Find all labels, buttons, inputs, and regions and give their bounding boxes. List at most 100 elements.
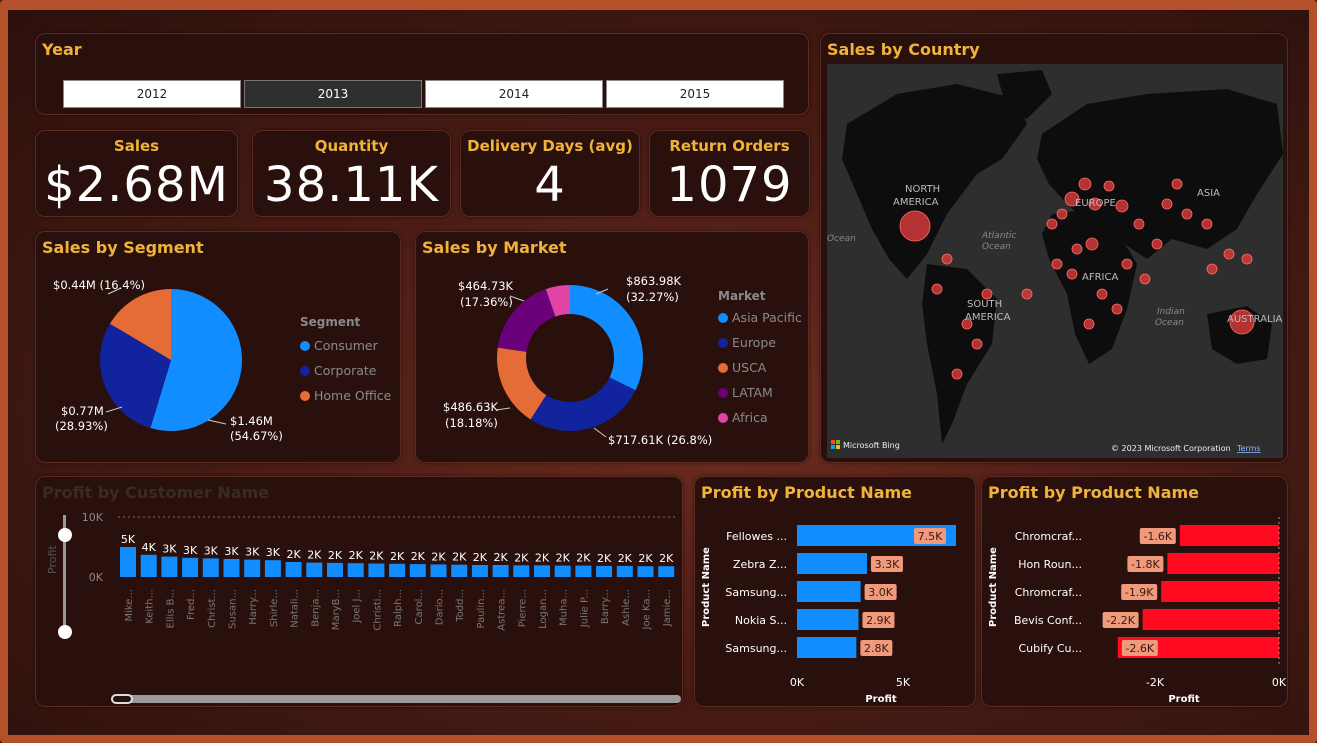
customer-bar[interactable] <box>637 566 654 577</box>
map-bubble[interactable] <box>971 338 983 350</box>
legend-item-europe[interactable]: Europe <box>718 330 802 355</box>
product-bar[interactable] <box>797 553 867 574</box>
map-bubble[interactable] <box>1223 248 1235 260</box>
customer-name-label: Pierre... <box>517 589 528 627</box>
customer-bar[interactable] <box>285 562 302 577</box>
legend-item-asia-pacific[interactable]: Asia Pacific <box>718 305 802 330</box>
map-bubble[interactable] <box>1051 258 1063 270</box>
product-name-label: Chromcraf... <box>1015 586 1082 599</box>
map-bubble[interactable] <box>1021 288 1033 300</box>
customer-bar[interactable] <box>182 557 199 577</box>
product-bar[interactable] <box>1142 609 1279 630</box>
customer-bar[interactable] <box>596 565 613 577</box>
market-label-latam-pct: (17.36%) <box>460 295 513 309</box>
customer-bar[interactable] <box>492 565 509 577</box>
legend-item-home-office[interactable]: Home Office <box>300 383 391 408</box>
map-bubble[interactable] <box>1181 208 1193 220</box>
year-option-2013[interactable]: 2013 <box>244 80 422 108</box>
customer-bar[interactable] <box>409 564 426 577</box>
map-bubble[interactable] <box>1111 303 1123 315</box>
legend-dot <box>718 362 728 373</box>
customer-bar-value: 2K <box>328 549 343 562</box>
customer-bar[interactable] <box>264 560 281 577</box>
customer-bar[interactable] <box>389 563 406 577</box>
map-bubble[interactable] <box>981 288 993 300</box>
map-bubble[interactable] <box>899 210 931 242</box>
year-option-2012[interactable]: 2012 <box>63 80 241 108</box>
x-tick-0k: 0K <box>1272 676 1287 689</box>
product-bar[interactable] <box>1161 581 1279 602</box>
map-bubble[interactable] <box>1078 177 1092 191</box>
legend-item-consumer[interactable]: Consumer <box>300 333 391 358</box>
map-bubble[interactable] <box>1241 253 1253 265</box>
customer-bar[interactable] <box>120 547 136 577</box>
map-bubble[interactable] <box>1201 218 1213 230</box>
customer-bar[interactable] <box>306 562 323 577</box>
customer-bar[interactable] <box>244 559 261 577</box>
customer-bar-value: 2K <box>576 552 591 565</box>
customer-bar[interactable] <box>430 564 447 577</box>
customer-bar[interactable] <box>616 565 633 577</box>
legend-item-usca[interactable]: USCA <box>718 355 802 380</box>
product-bar[interactable] <box>797 609 859 630</box>
map-bubble[interactable] <box>1096 288 1108 300</box>
map-bubble[interactable] <box>941 253 953 265</box>
map-bubble[interactable] <box>1066 268 1078 280</box>
map-bubble[interactable] <box>1206 263 1218 275</box>
legend-label: USCA <box>732 360 767 375</box>
legend-item-africa[interactable]: Africa <box>718 405 802 430</box>
customer-bar[interactable] <box>223 559 240 577</box>
map-bubble[interactable] <box>1171 178 1183 190</box>
customer-bar[interactable] <box>202 558 219 577</box>
customer-name-label: Joel J... <box>352 589 363 624</box>
slice-europe[interactable] <box>530 377 636 431</box>
customer-bar[interactable] <box>658 566 675 577</box>
legend-label: LATAM <box>732 385 773 400</box>
legend-item-latam[interactable]: LATAM <box>718 380 802 405</box>
customer-bar[interactable] <box>513 565 530 577</box>
map-bubble[interactable] <box>1161 198 1173 210</box>
product-bar[interactable] <box>1167 553 1279 574</box>
map-bubble[interactable] <box>1085 237 1099 251</box>
map-bubble[interactable] <box>1121 258 1133 270</box>
year-slicer: Year 2012 2013 2014 2015 <box>35 33 809 115</box>
customer-bar-value: 2K <box>618 552 633 565</box>
map-bubble[interactable] <box>1133 218 1145 230</box>
product-bar[interactable] <box>797 637 857 658</box>
map-bubble[interactable] <box>1083 318 1095 330</box>
map-bubble[interactable] <box>951 368 963 380</box>
customer-bar[interactable] <box>575 565 592 577</box>
horizontal-scrollbar[interactable] <box>111 695 681 703</box>
legend-item-corporate[interactable]: Corporate <box>300 358 391 383</box>
year-option-2014[interactable]: 2014 <box>425 80 603 108</box>
map-bubble[interactable] <box>1115 199 1129 213</box>
kpi-returns-card: Return Orders 1079 <box>649 130 810 217</box>
customer-bar[interactable] <box>327 562 343 577</box>
product-top-xlabel: Profit <box>865 694 897 705</box>
map-canvas[interactable]: NORTH AMERICA EUROPE ASIA AFRICA SOUTH A… <box>827 64 1283 458</box>
map-bubble[interactable] <box>1151 238 1163 250</box>
customer-bar[interactable] <box>368 563 385 578</box>
product-bar[interactable] <box>797 581 861 602</box>
customer-bar[interactable] <box>534 565 550 577</box>
customer-name-label: Keith... <box>145 589 156 624</box>
customer-bar[interactable] <box>554 565 571 577</box>
map-bubble[interactable] <box>1046 218 1058 230</box>
map-terms-link[interactable]: Terms <box>1236 444 1261 453</box>
customer-bar[interactable] <box>451 564 468 577</box>
scrollbar-thumb[interactable] <box>111 694 133 704</box>
customer-bar[interactable] <box>471 565 488 577</box>
customer-bar-value: 2K <box>556 552 571 565</box>
map-bubble[interactable] <box>1139 273 1151 285</box>
customer-bar[interactable] <box>347 563 364 577</box>
product-bar[interactable] <box>1179 525 1279 546</box>
customer-name-label: Dario... <box>435 589 446 625</box>
map-bubble[interactable] <box>931 283 943 295</box>
year-option-2015[interactable]: 2015 <box>606 80 784 108</box>
customer-bar-value: 4K <box>142 541 157 554</box>
map-bubble[interactable] <box>1071 243 1083 255</box>
customer-bar[interactable] <box>140 554 157 577</box>
map-bubble[interactable] <box>1103 180 1115 192</box>
map-bubble[interactable] <box>1056 208 1068 220</box>
customer-bar[interactable] <box>161 556 178 577</box>
